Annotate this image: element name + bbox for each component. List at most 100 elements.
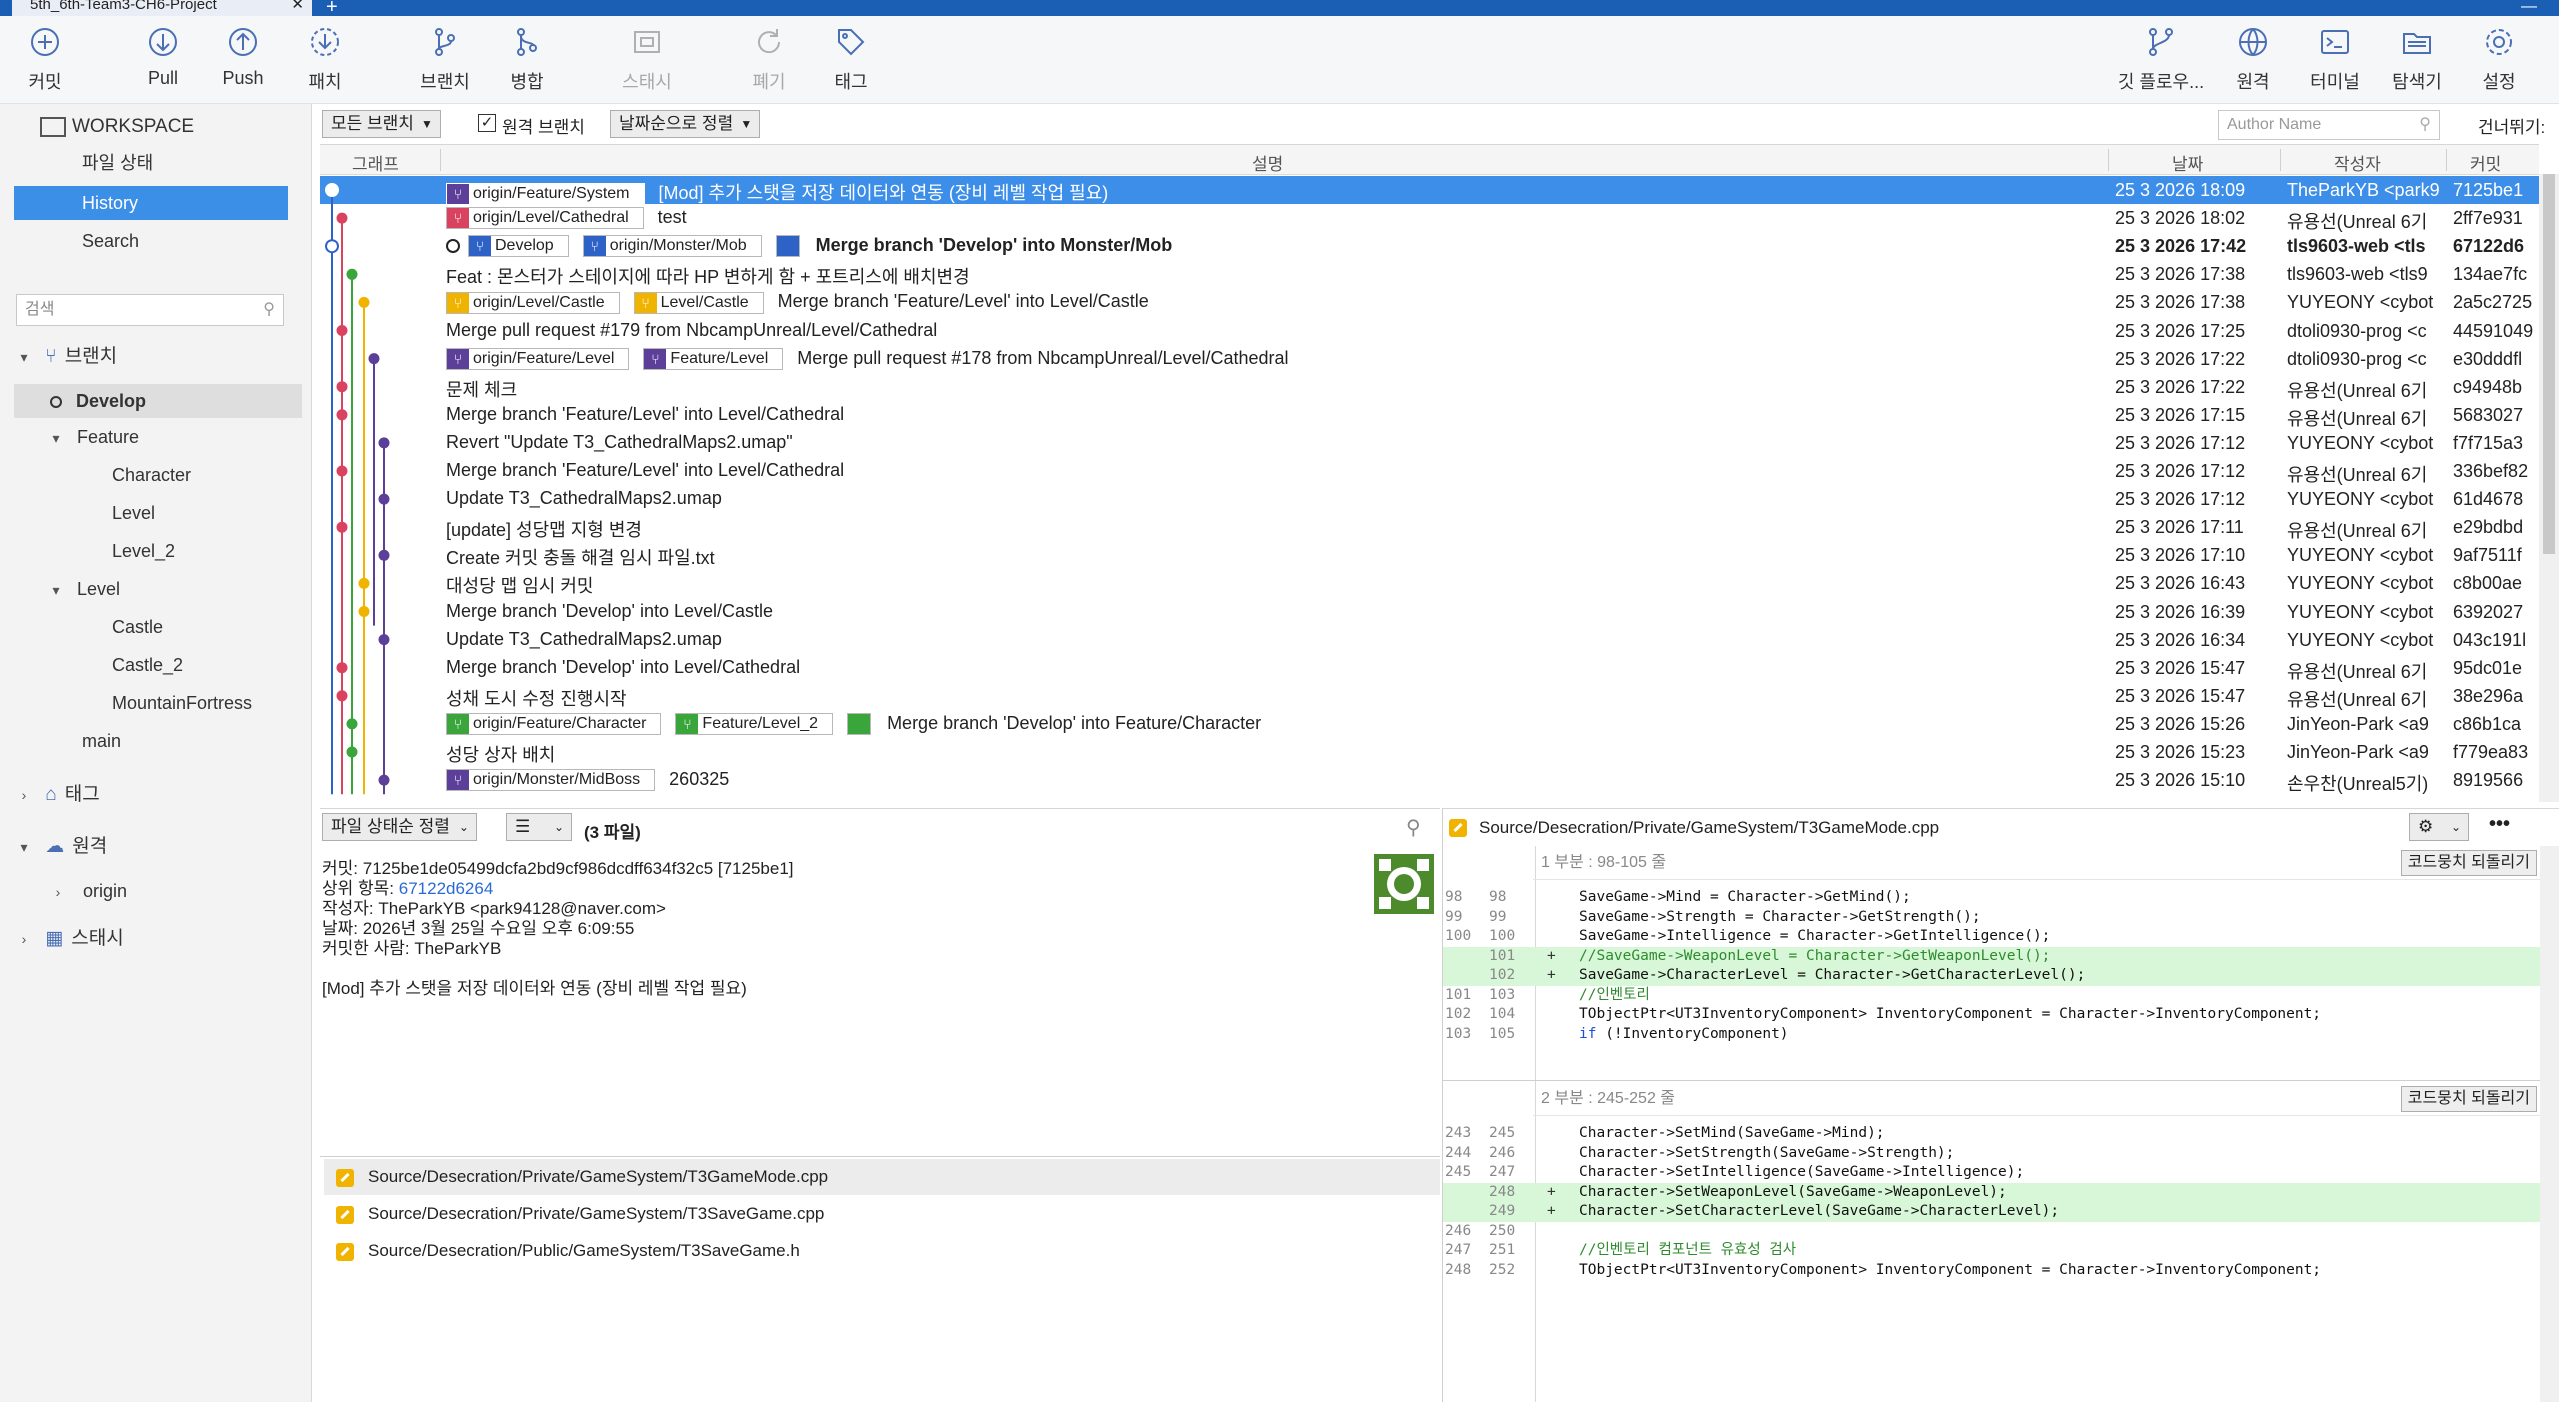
- view-mode-dropdown[interactable]: ☰ ⌄: [506, 813, 572, 841]
- graph-commit-node[interactable]: [378, 437, 390, 449]
- sidebar-branch-castle-2[interactable]: Castle_2: [0, 648, 300, 682]
- branch-label[interactable]: ⑂ origin/Monster/MidBoss: [446, 769, 656, 792]
- graph-commit-node[interactable]: [378, 549, 390, 561]
- graph-commit-node[interactable]: [378, 634, 390, 646]
- graph-commit-node[interactable]: [346, 746, 358, 758]
- graph-commit-node[interactable]: [336, 662, 348, 674]
- toolbar-gitflow-button[interactable]: 깃 플로우...: [2116, 26, 2206, 94]
- graph-commit-node[interactable]: [336, 521, 348, 533]
- branch-label[interactable]: [775, 235, 800, 258]
- changed-file-row[interactable]: Source/Desecration/Private/GameSystem/T3…: [324, 1159, 1440, 1195]
- header-description[interactable]: 설명: [1252, 150, 1283, 175]
- revert-hunk-button[interactable]: 코드뭉치 되돌리기: [2400, 850, 2537, 876]
- branch-label[interactable]: ⑂ origin/Feature/Character: [446, 713, 662, 736]
- graph-commit-node[interactable]: [358, 577, 370, 589]
- sidebar-branch-level[interactable]: Level: [0, 496, 300, 530]
- commit-row[interactable]: 성채 도시 수정 진행시작 25 3 2026 15:47 유용선(Unreal 6…: [320, 682, 2539, 710]
- minimize-icon[interactable]: —: [2521, 0, 2537, 16]
- diff-context-line[interactable]: 245 247 Character->SetIntelligence(SaveGam…: [1443, 1163, 2541, 1183]
- commit-list-scrollbar[interactable]: [2539, 174, 2559, 802]
- diff-context-line[interactable]: 243 245 Character->SetMind(SaveGame->Mind)…: [1443, 1124, 2541, 1144]
- sidebar-section-tags[interactable]: › ⌂ 태그: [0, 778, 300, 812]
- graph-commit-node[interactable]: [346, 268, 358, 280]
- commit-row[interactable]: [update] 성당맵 지형 변경 25 3 2026 17:11 유용선(Unr…: [320, 513, 2539, 541]
- toolbar-tag-button[interactable]: 태그: [806, 26, 896, 94]
- repo-tab[interactable]: 5th_6th-Team3-CH6-Project ✕: [12, 0, 312, 16]
- toolbar-stash-button[interactable]: 스태시: [602, 26, 692, 94]
- graph-commit-node[interactable]: [378, 493, 390, 505]
- changed-file-row[interactable]: Source/Desecration/Private/GameSystem/T3…: [324, 1196, 1440, 1232]
- sidebar-branch-character[interactable]: Character: [0, 458, 300, 492]
- branch-label[interactable]: ⑂ Develop: [468, 235, 569, 258]
- branch-label[interactable]: ⑂ origin/Level/Cathedral: [446, 207, 644, 230]
- search-icon[interactable]: ⚲: [1406, 815, 1421, 840]
- toolbar-merge-button[interactable]: 병합: [482, 26, 572, 94]
- commit-row[interactable]: 성당 상자 배치 25 3 2026 15:23 JinYeon-Park <a9 f…: [320, 738, 2539, 766]
- commit-row[interactable]: Merge branch 'Feature/Level' into Level/…: [320, 401, 2539, 429]
- commit-row[interactable]: Create 커밋 충돌 해결 임시 파일.txt 25 3 2026 17:10…: [320, 541, 2539, 569]
- diff-context-line[interactable]: 246 250: [1443, 1222, 2541, 1242]
- more-options-icon[interactable]: •••: [2489, 813, 2510, 836]
- graph-commit-node[interactable]: [358, 606, 370, 617]
- diff-scrollbar[interactable]: [2540, 846, 2559, 1402]
- author-filter-input[interactable]: Author Name ⚲: [2218, 110, 2440, 140]
- revert-hunk-button[interactable]: 코드뭉치 되돌리기: [2400, 1086, 2537, 1112]
- branch-label[interactable]: ⑂ origin/Feature/System: [446, 183, 645, 206]
- commit-row[interactable]: Merge branch 'Feature/Level' into Level/…: [320, 457, 2539, 485]
- diff-context-line[interactable]: 248 252 TObjectPtr<UT3InventoryComponent> …: [1443, 1261, 2541, 1281]
- header-graph[interactable]: 그래프: [352, 150, 399, 175]
- graph-commit-node[interactable]: [378, 774, 390, 786]
- branch-filter-dropdown[interactable]: 모든 브랜치 ▼: [322, 110, 441, 138]
- diff-added-line[interactable]: 249 + Character->SetCharacterLevel(SaveGam…: [1443, 1202, 2541, 1222]
- graph-commit-node[interactable]: [336, 690, 348, 702]
- sidebar-item-file-status[interactable]: 파일 상태: [0, 146, 300, 180]
- graph-commit-node[interactable]: [336, 325, 348, 336]
- commit-row[interactable]: ⑂ origin/Level/Cathedral test 25 3 2026 18:…: [320, 204, 2539, 232]
- commit-row[interactable]: 문제 체크 25 3 2026 17:22 유용선(Unreal 6기 c94948b: [320, 373, 2539, 401]
- toolbar-terminal-button[interactable]: 터미널: [2290, 26, 2380, 94]
- commit-row[interactable]: Feat : 몬스터가 스테이지에 따라 HP 변하게 함 + 포트리스에 배치…: [320, 260, 2539, 288]
- graph-commit-node[interactable]: [336, 409, 348, 421]
- scrollbar-thumb[interactable]: [2543, 174, 2555, 554]
- header-author[interactable]: 작성자: [2334, 150, 2381, 175]
- toolbar-explorer-button[interactable]: 탐색기: [2372, 26, 2462, 94]
- branch-label[interactable]: ⑂ Feature/Level: [643, 347, 784, 370]
- graph-commit-node[interactable]: [325, 183, 339, 197]
- diff-context-line[interactable]: 100 100 SaveGame->Intelligence = Character…: [1443, 927, 2541, 947]
- sidebar-remote-origin[interactable]: › origin: [0, 874, 300, 908]
- graph-commit-node[interactable]: [325, 239, 339, 254]
- close-tab-icon[interactable]: ✕: [291, 0, 304, 12]
- commit-row[interactable]: ⑂ origin/Feature/Character ⑂ Feature/Level_…: [320, 710, 2539, 738]
- commit-row[interactable]: Update T3_CathedralMaps2.umap 25 3 2026 1…: [320, 626, 2539, 654]
- diff-context-line[interactable]: 244 246 Character->SetStrength(SaveGame->S…: [1443, 1144, 2541, 1164]
- commit-row[interactable]: ⑂ origin/Level/Castle ⑂ Level/Castle Merge b…: [320, 288, 2539, 316]
- graph-commit-node[interactable]: [336, 212, 348, 224]
- diff-context-line[interactable]: 102 104 TObjectPtr<UT3InventoryComponent> …: [1443, 1005, 2541, 1025]
- header-commit[interactable]: 커밋: [2470, 150, 2501, 175]
- sidebar-item-history[interactable]: History: [14, 186, 288, 220]
- toolbar-branch-button[interactable]: 브랜치: [400, 26, 490, 94]
- commit-row[interactable]: ⑂ origin/Monster/MidBoss 260325 25 3 2026 1…: [320, 766, 2539, 794]
- commit-row[interactable]: Merge branch 'Develop' into Level/Cathed…: [320, 654, 2539, 682]
- file-sort-dropdown[interactable]: 파일 상태순 정렬 ⌄: [322, 813, 477, 841]
- branch-label[interactable]: ⑂ origin/Feature/Level: [446, 347, 630, 370]
- toolbar-remote-button[interactable]: 원격: [2208, 26, 2298, 94]
- graph-commit-node[interactable]: [336, 381, 348, 393]
- graph-commit-node[interactable]: [358, 296, 370, 308]
- sidebar-folder-feature[interactable]: ▾ Feature: [0, 420, 300, 454]
- sidebar-branch-castle[interactable]: Castle: [0, 610, 300, 644]
- branch-label[interactable]: ⑂ Feature/Level_2: [675, 713, 834, 736]
- branch-label[interactable]: ⑂ Level/Castle: [633, 291, 764, 314]
- diff-context-line[interactable]: 99 99 SaveGame->Strength = Character->GetS…: [1443, 908, 2541, 928]
- sidebar-filter-input[interactable]: 검색 ⚲: [16, 294, 284, 326]
- toolbar-settings-button[interactable]: 설정: [2454, 26, 2544, 94]
- diff-context-line[interactable]: 101 103 //인벤토리: [1443, 986, 2541, 1006]
- toolbar-commit-button[interactable]: 커밋: [0, 26, 90, 94]
- changed-file-row[interactable]: Source/Desecration/Public/GameSystem/T3S…: [324, 1233, 1440, 1269]
- branch-label[interactable]: ⑂ origin/Level/Castle: [446, 291, 620, 314]
- sidebar-section-branches[interactable]: ▾ ⑂ 브랜치: [0, 340, 300, 374]
- commit-row[interactable]: Merge pull request #179 from NbcampUnrea…: [320, 317, 2539, 345]
- diff-added-line[interactable]: 101 + //SaveGame->WeaponLevel = Character-…: [1443, 946, 2541, 966]
- diff-added-line[interactable]: 102 + SaveGame->CharacterLevel = Character…: [1443, 966, 2541, 986]
- sort-dropdown[interactable]: 날짜순으로 정렬 ▼: [610, 110, 761, 138]
